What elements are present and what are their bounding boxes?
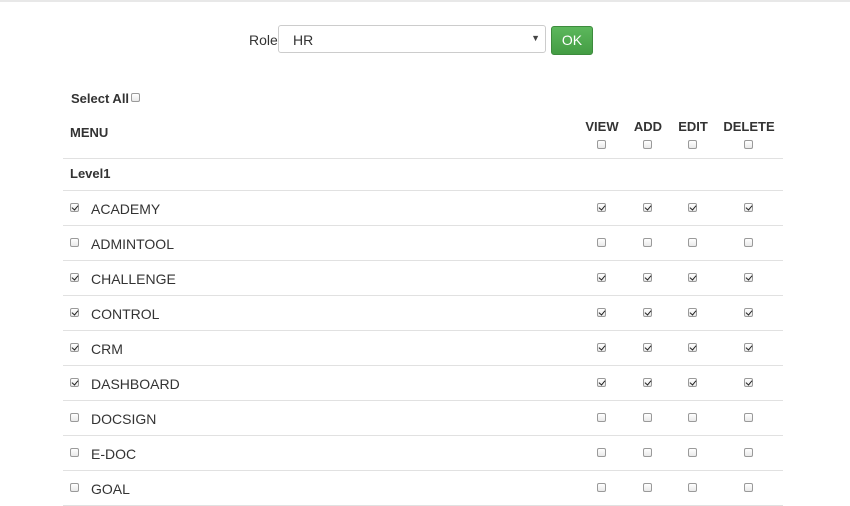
divider [63, 158, 783, 159]
add-permission-checkbox[interactable] [643, 483, 652, 492]
select-all-checkbox[interactable] [131, 93, 140, 102]
delete-permission-checkbox[interactable] [744, 308, 753, 317]
divider [63, 260, 783, 261]
row-label: ACADEMY [91, 201, 161, 217]
row-checkbox[interactable] [70, 343, 79, 352]
column-select-all-edit-checkbox[interactable] [688, 140, 697, 149]
delete-permission-checkbox[interactable] [744, 448, 753, 457]
divider [63, 365, 783, 366]
divider [63, 470, 783, 471]
role-select[interactable]: HR ▼ [278, 25, 546, 53]
view-permission-checkbox[interactable] [597, 308, 606, 317]
divider [63, 435, 783, 436]
edit-permission-checkbox[interactable] [688, 448, 697, 457]
divider [63, 295, 783, 296]
menu-column-header: MENU [70, 125, 109, 140]
column-select-all-delete-checkbox[interactable] [744, 140, 753, 149]
column-select-all-add-checkbox[interactable] [643, 140, 652, 149]
edit-permission-checkbox[interactable] [688, 238, 697, 247]
column-header-delete: DELETE [723, 119, 775, 134]
add-permission-checkbox[interactable] [643, 238, 652, 247]
edit-permission-checkbox[interactable] [688, 343, 697, 352]
row-label: CRM [91, 341, 123, 357]
edit-permission-checkbox[interactable] [688, 203, 697, 212]
role-select-value: HR [293, 32, 314, 48]
level-label: Level1 [70, 166, 111, 181]
row-label: GOAL [91, 481, 130, 497]
view-permission-checkbox[interactable] [597, 238, 606, 247]
edit-permission-checkbox[interactable] [688, 273, 697, 282]
delete-permission-checkbox[interactable] [744, 378, 753, 387]
column-select-all-view-checkbox[interactable] [597, 140, 606, 149]
edit-permission-checkbox[interactable] [688, 378, 697, 387]
divider [63, 190, 783, 191]
role-label: Role [249, 32, 278, 48]
select-all-label: Select All [71, 91, 130, 106]
row-label: CONTROL [91, 306, 160, 322]
dropdown-arrow-icon: ▼ [531, 33, 540, 43]
row-checkbox[interactable] [70, 273, 79, 282]
edit-permission-checkbox[interactable] [688, 483, 697, 492]
delete-permission-checkbox[interactable] [744, 203, 753, 212]
row-checkbox[interactable] [70, 448, 79, 457]
ok-button[interactable]: OK [551, 26, 593, 55]
view-permission-checkbox[interactable] [597, 203, 606, 212]
delete-permission-checkbox[interactable] [744, 343, 753, 352]
column-header-edit: EDIT [678, 119, 708, 134]
view-permission-checkbox[interactable] [597, 483, 606, 492]
add-permission-checkbox[interactable] [643, 203, 652, 212]
divider [63, 225, 783, 226]
add-permission-checkbox[interactable] [643, 378, 652, 387]
add-permission-checkbox[interactable] [643, 413, 652, 422]
edit-permission-checkbox[interactable] [688, 308, 697, 317]
divider [63, 330, 783, 331]
add-permission-checkbox[interactable] [643, 273, 652, 282]
edit-permission-checkbox[interactable] [688, 413, 697, 422]
view-permission-checkbox[interactable] [597, 413, 606, 422]
row-checkbox[interactable] [70, 308, 79, 317]
row-checkbox[interactable] [70, 203, 79, 212]
delete-permission-checkbox[interactable] [744, 413, 753, 422]
top-border [0, 0, 850, 2]
row-label: E-DOC [91, 446, 137, 462]
row-checkbox[interactable] [70, 483, 79, 492]
row-label: ADMINTOOL [91, 236, 174, 252]
divider [63, 400, 783, 401]
delete-permission-checkbox[interactable] [744, 483, 753, 492]
row-label: DOCSIGN [91, 411, 157, 427]
view-permission-checkbox[interactable] [597, 343, 606, 352]
add-permission-checkbox[interactable] [643, 308, 652, 317]
view-permission-checkbox[interactable] [597, 378, 606, 387]
row-label: CHALLENGE [91, 271, 176, 287]
row-label: DASHBOARD [91, 376, 180, 392]
row-checkbox[interactable] [70, 238, 79, 247]
view-permission-checkbox[interactable] [597, 448, 606, 457]
row-checkbox[interactable] [70, 378, 79, 387]
delete-permission-checkbox[interactable] [744, 238, 753, 247]
delete-permission-checkbox[interactable] [744, 273, 753, 282]
row-checkbox[interactable] [70, 413, 79, 422]
add-permission-checkbox[interactable] [643, 343, 652, 352]
add-permission-checkbox[interactable] [643, 448, 652, 457]
view-permission-checkbox[interactable] [597, 273, 606, 282]
